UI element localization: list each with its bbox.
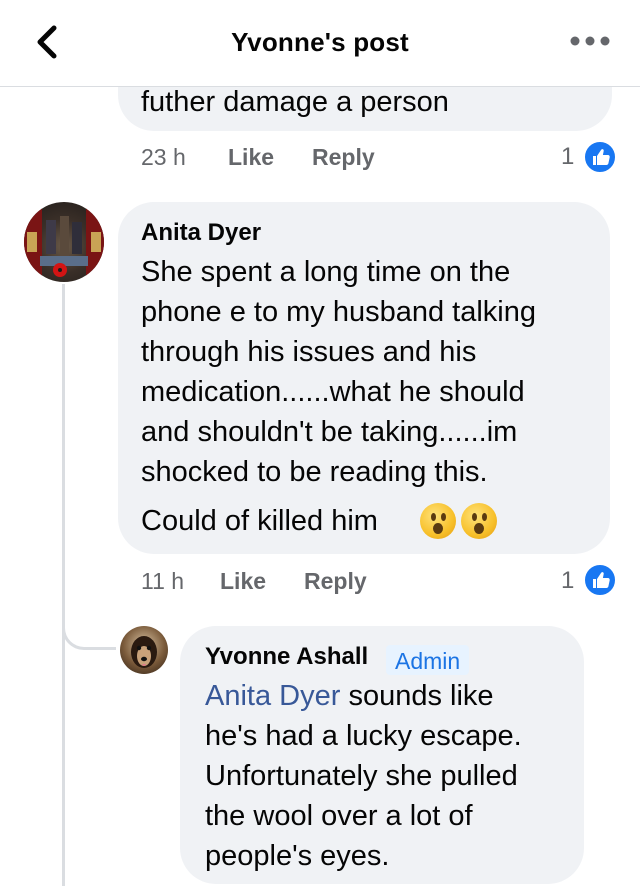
comment-time: 11 h (141, 568, 185, 594)
avatar[interactable] (24, 202, 104, 282)
admin-badge: Admin (386, 645, 470, 675)
reply-text-first-line-rest: sounds like (340, 680, 494, 712)
like-reaction-icon (583, 140, 617, 174)
previous-comment-reaction-count[interactable]: 1 (561, 141, 574, 173)
avatar[interactable] (120, 626, 168, 674)
more-horizontal-icon (570, 36, 610, 46)
astonished-face-icon (461, 503, 497, 539)
comment-like-button[interactable]: Like (220, 565, 266, 597)
reply-text: he's had a lucky escape. Unfortunately s… (205, 720, 522, 872)
previous-comment-like-button[interactable]: Like (228, 141, 274, 173)
like-reaction-icon (583, 563, 617, 597)
top-bar: Yvonne's post (0, 0, 640, 87)
thread-line (62, 284, 65, 886)
previous-comment-text: futher damage a person (141, 86, 449, 118)
more-options-button[interactable] (568, 34, 612, 48)
comment-reply-button[interactable]: Reply (304, 565, 367, 597)
comment-text-last-line: Could of killed him (141, 505, 378, 537)
astonished-face-icon (420, 503, 456, 539)
mention-link[interactable]: Anita Dyer (205, 680, 340, 712)
previous-comment-reply-button[interactable]: Reply (312, 141, 375, 173)
comment-reaction-count[interactable]: 1 (561, 565, 574, 597)
reply-text-first-line: Anita Dyer sounds like (205, 676, 494, 716)
comment-text: She spent a long time on the phone e to … (141, 256, 536, 488)
reply-author[interactable]: Yvonne Ashall (205, 641, 368, 673)
thread-connector (62, 598, 116, 650)
comment-author[interactable]: Anita Dyer (141, 217, 261, 249)
page-title: Yvonne's post (231, 27, 409, 57)
previous-comment-time: 23 h (141, 144, 186, 170)
